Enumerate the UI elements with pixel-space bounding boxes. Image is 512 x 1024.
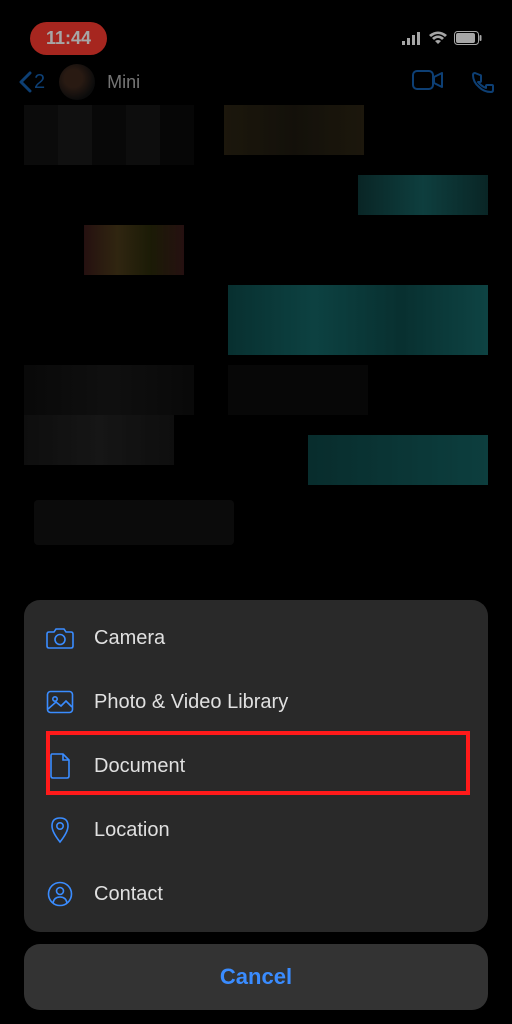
action-cancel-button[interactable]: Cancel: [24, 944, 488, 1010]
location-icon: [46, 816, 74, 844]
action-contact-label: Contact: [94, 883, 163, 906]
action-contact[interactable]: Contact: [24, 862, 488, 926]
action-sheet-options: Camera Photo & Video Library Document Lo…: [24, 600, 488, 932]
action-photo-library[interactable]: Photo & Video Library: [24, 670, 488, 734]
action-camera[interactable]: Camera: [24, 606, 488, 670]
action-camera-label: Camera: [94, 627, 165, 650]
document-icon: [46, 752, 74, 780]
camera-icon: [46, 624, 74, 652]
photo-library-icon: [46, 688, 74, 716]
action-photo-library-label: Photo & Video Library: [94, 691, 288, 714]
attachment-action-sheet: Camera Photo & Video Library Document Lo…: [24, 600, 488, 1010]
action-location-label: Location: [94, 819, 170, 842]
action-document[interactable]: Document: [24, 734, 488, 798]
action-document-label: Document: [94, 755, 185, 778]
action-location[interactable]: Location: [24, 798, 488, 862]
contact-icon: [46, 880, 74, 908]
